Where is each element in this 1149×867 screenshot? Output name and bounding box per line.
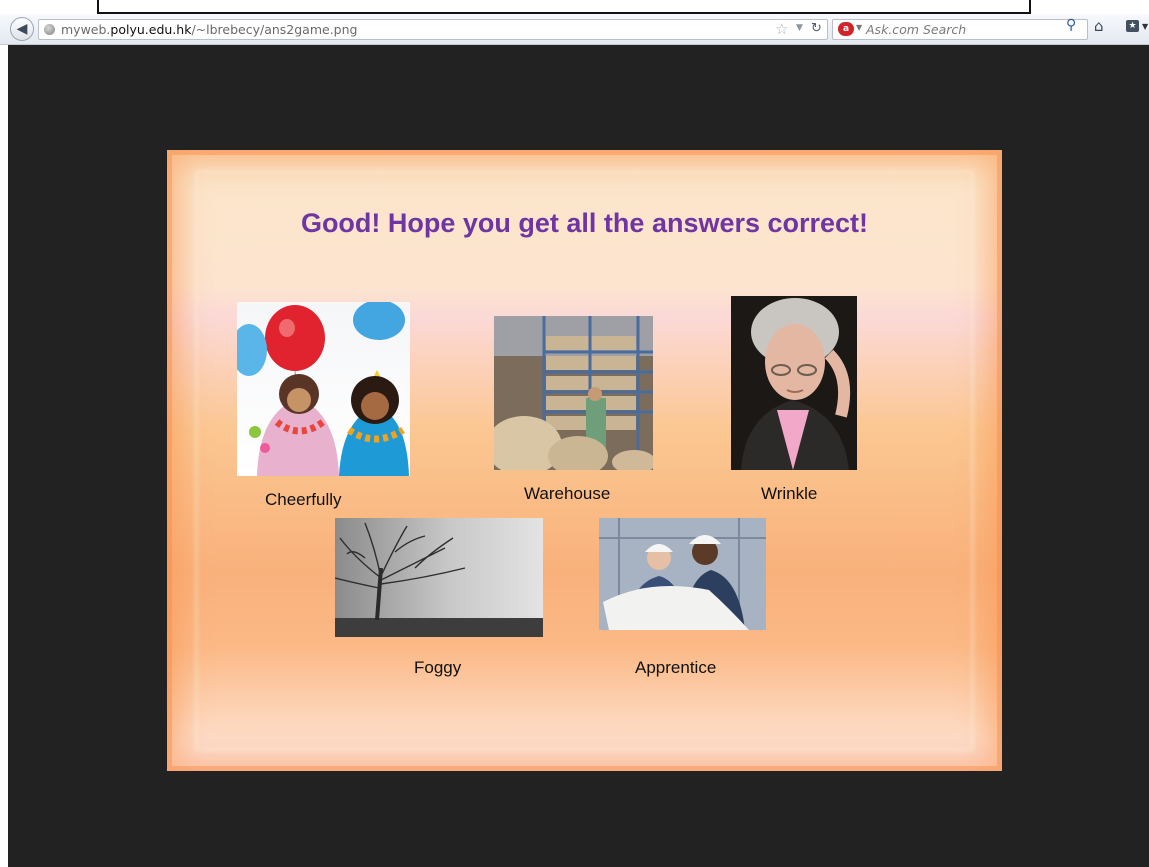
bookmarks-menu-icon[interactable]: ★ — [1126, 20, 1139, 32]
elderly-woman-image — [731, 296, 857, 470]
navigation-toolbar: ◀ myweb.polyu.edu.hk/~lbrebecy/ans2game.… — [0, 14, 1149, 45]
ask-engine-icon[interactable]: a — [838, 22, 854, 36]
engine-dropdown-icon[interactable]: ▼ — [856, 23, 862, 32]
top-outline-box — [97, 0, 1031, 14]
history-dropdown-icon[interactable]: ▼ — [796, 23, 803, 33]
back-arrow-icon: ◀ — [16, 21, 28, 37]
caption-cheerfully: Cheerfully — [265, 490, 342, 509]
slide-title: Good! Hope you get all the answers corre… — [300, 208, 869, 238]
url-text[interactable]: myweb.polyu.edu.hk/~lbrebecy/ans2game.pn… — [61, 22, 357, 37]
bookmarks-dropdown-icon[interactable]: ▼ — [1142, 22, 1148, 31]
caption-foggy: Foggy — [414, 658, 462, 677]
address-bar[interactable]: myweb.polyu.edu.hk/~lbrebecy/ans2game.pn… — [38, 19, 828, 40]
construction-workers-image — [599, 518, 766, 630]
search-placeholder: Ask.com Search — [866, 22, 967, 37]
reload-icon[interactable]: ↻ — [811, 21, 822, 36]
home-icon[interactable]: ⌂ — [1094, 17, 1104, 35]
search-bar[interactable]: a ▼ Ask.com Search — [832, 19, 1088, 40]
back-button[interactable]: ◀ — [10, 17, 34, 41]
warehouse-image — [494, 316, 653, 470]
globe-icon — [44, 24, 55, 35]
caption-warehouse: Warehouse — [524, 484, 611, 503]
caption-apprentice: Apprentice — [635, 658, 717, 677]
caption-wrinkle: Wrinkle — [761, 484, 818, 503]
slide: Good! Hope you get all the answers corre… — [167, 150, 1002, 771]
foggy-tree-image — [335, 518, 543, 637]
search-go-icon[interactable]: ⚲ — [1066, 17, 1076, 33]
bookmark-star-icon[interactable]: ☆ — [775, 20, 788, 38]
party-kids-image — [237, 302, 410, 476]
